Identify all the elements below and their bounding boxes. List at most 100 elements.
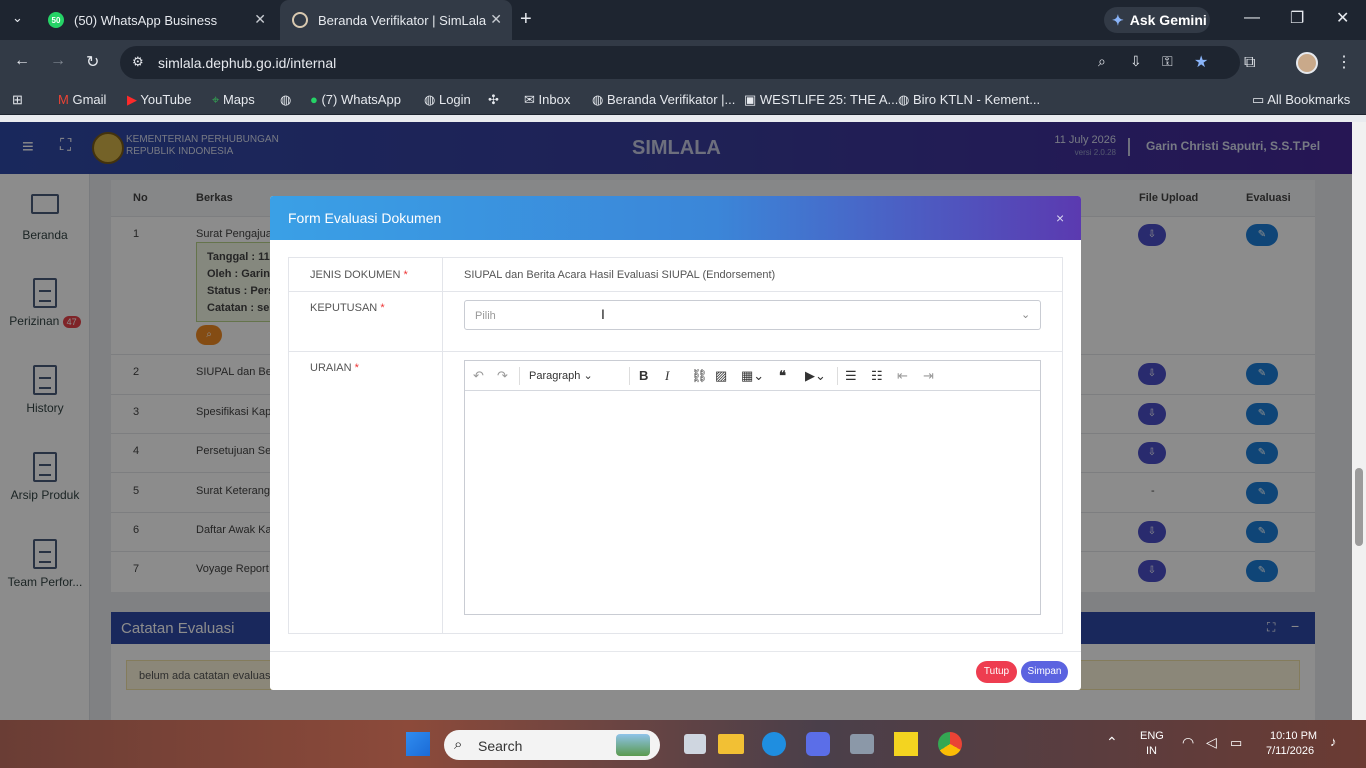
url-bar[interactable]: ⚙ simlala.dephub.go.id/internal ⌕ ⇩ ⚿ ★ — [120, 46, 1240, 79]
page-scrollbar[interactable] — [1352, 122, 1366, 720]
url-text[interactable]: simlala.dephub.go.id/internal — [158, 55, 336, 71]
required-mark: * — [403, 269, 408, 281]
bookmark-login[interactable]: ◍ Login — [424, 92, 471, 108]
battery-icon[interactable]: ▭ — [1230, 735, 1242, 751]
insert-media-icon[interactable]: ▶⌄ — [805, 368, 826, 384]
gmail-icon: M — [58, 92, 73, 107]
bold-icon[interactable]: B — [639, 368, 648, 383]
pinwheel-icon[interactable]: ✣ — [488, 92, 499, 108]
column-divider — [442, 258, 443, 633]
language-line-1[interactable]: ENG — [1140, 730, 1164, 742]
forward-icon[interactable]: → — [50, 52, 66, 70]
sticky-notes-icon[interactable] — [894, 732, 918, 756]
all-bookmarks-label: All Bookmarks — [1267, 92, 1351, 107]
numbered-list-icon[interactable]: ☷ — [871, 368, 883, 384]
back-icon[interactable]: ← — [14, 52, 30, 70]
label-text: KEPUTUSAN — [310, 302, 378, 314]
clock-time[interactable]: 10:10 PM — [1270, 730, 1317, 742]
menu-kebab-icon[interactable]: ⋮ — [1336, 52, 1352, 72]
indent-icon[interactable]: ⇥ — [923, 368, 934, 384]
bulleted-list-icon[interactable]: ☰ — [845, 368, 857, 384]
toolbar-divider — [519, 367, 520, 385]
taskbar-search[interactable]: ⌕ Search — [444, 730, 660, 760]
all-bookmarks[interactable]: ▭ All Bookmarks — [1252, 92, 1350, 108]
uraian-rich-text-editor[interactable]: ↶ ↷ Paragraph ⌄ B I ⛓ ▨ ▦⌄ ❝ ▶⌄ ☰ ☷ ⇤ ⇥ — [464, 360, 1041, 615]
site-info-icon[interactable]: ⚙ — [132, 54, 144, 70]
bookmark-gmail[interactable]: M Gmail — [58, 92, 106, 107]
bookmark-youtube[interactable]: ▶ YouTube — [127, 92, 191, 108]
bookmark-maps[interactable]: ⌖ Maps — [212, 92, 255, 108]
copilot-icon[interactable] — [806, 732, 830, 756]
insert-table-icon[interactable]: ▦⌄ — [741, 368, 764, 384]
outdent-icon[interactable]: ⇤ — [897, 368, 908, 384]
simpan-button[interactable]: Simpan — [1021, 661, 1068, 683]
close-window-icon[interactable]: ✕ — [1336, 8, 1349, 28]
chevron-down-icon: ⌄ — [1021, 309, 1031, 321]
task-view-icon[interactable] — [684, 734, 706, 754]
bookmark-inbox[interactable]: ✉ Inbox — [524, 92, 570, 108]
close-tab-icon[interactable]: ✕ — [490, 11, 502, 28]
tutup-button[interactable]: Tutup — [976, 661, 1017, 683]
ask-gemini-button[interactable]: ✦ Ask Gemini — [1104, 7, 1210, 33]
search-placeholder: Search — [478, 738, 523, 754]
bookmark-biro-ktln[interactable]: ◍ Biro KTLN - Kement... — [898, 92, 1040, 108]
select-placeholder: Pilih — [475, 310, 496, 322]
profile-avatar[interactable] — [1296, 52, 1318, 74]
zoom-icon[interactable]: ⌕ — [1098, 53, 1106, 70]
wifi-icon[interactable]: ◠ — [1182, 734, 1194, 751]
globe-icon[interactable]: ◍ — [280, 92, 291, 108]
toolbar-divider — [629, 367, 630, 385]
keputusan-label: KEPUTUSAN * — [310, 302, 385, 314]
insert-image-icon[interactable]: ▨ — [715, 368, 727, 384]
bookmark-label: YouTube — [140, 92, 192, 107]
bookmark-whatsapp[interactable]: ● (7) WhatsApp — [310, 92, 401, 107]
modal-close-icon[interactable]: × — [1056, 210, 1064, 226]
toolbar-divider — [837, 367, 838, 385]
tab-label: (50) WhatsApp Business — [74, 12, 218, 28]
link-icon[interactable]: ⛓ — [691, 368, 708, 384]
snipping-tool-icon[interactable] — [850, 734, 874, 754]
jenis-dokumen-value: SIUPAL dan Berita Acara Hasil Evaluasi S… — [464, 269, 776, 281]
redo-icon[interactable]: ↷ — [497, 368, 508, 384]
tray-overflow-icon[interactable]: ⌃ — [1106, 734, 1118, 751]
keputusan-select[interactable]: Pilih ⌄ I — [464, 300, 1041, 330]
minimize-icon[interactable]: — — [1244, 9, 1260, 27]
scrollbar-thumb[interactable] — [1355, 468, 1363, 546]
reload-icon[interactable]: ↻ — [86, 52, 99, 72]
blockquote-icon[interactable]: ❝ — [779, 368, 786, 384]
close-tab-icon[interactable]: ✕ — [254, 11, 266, 28]
extensions-icon[interactable]: ⧉ — [1244, 54, 1255, 72]
bookmark-beranda[interactable]: ◍ Beranda Verifikator |... — [592, 92, 735, 108]
apps-grid-icon[interactable]: ⊞ — [12, 92, 23, 108]
modal-footer-divider — [270, 651, 1081, 652]
maximize-icon[interactable]: ❐ — [1290, 8, 1304, 28]
volume-icon[interactable]: ◁ — [1206, 734, 1217, 751]
edge-icon[interactable] — [762, 732, 786, 756]
tab-simlala[interactable]: Beranda Verifikator | SimLala ✕ — [280, 0, 512, 40]
bookmark-label: Gmail — [72, 92, 107, 107]
bookmark-label: Maps — [222, 92, 255, 107]
tab-search-icon[interactable]: ⌄ — [12, 10, 23, 26]
undo-icon[interactable]: ↶ — [473, 368, 484, 384]
password-key-icon[interactable]: ⚿ — [1162, 53, 1173, 70]
windows-taskbar: ⌃ ENG IN ◠ ◁ ▭ 10:10 PM 7/11/2026 ♪ — [0, 720, 1366, 768]
install-icon[interactable]: ⇩ — [1130, 53, 1142, 70]
form-evaluasi-modal: Form Evaluasi Dokumen × JENIS DOKUMEN * … — [270, 196, 1081, 690]
windows-start-icon[interactable] — [406, 732, 430, 756]
editor-content-area[interactable] — [465, 392, 1040, 614]
label-text: JENIS DOKUMEN — [310, 269, 401, 281]
italic-icon[interactable]: I — [665, 368, 669, 384]
chevron-down-icon: ⌄ — [583, 370, 593, 382]
notification-bell-icon[interactable]: ♪ — [1330, 734, 1337, 749]
new-tab-icon[interactable]: + — [520, 8, 532, 31]
clock-date[interactable]: 7/11/2026 — [1266, 745, 1314, 757]
file-explorer-icon[interactable] — [718, 734, 744, 754]
tab-whatsapp[interactable]: 50 (50) WhatsApp Business ✕ — [36, 0, 276, 40]
bookmark-star-icon[interactable]: ★ — [1194, 52, 1208, 72]
language-line-2[interactable]: IN — [1146, 745, 1157, 757]
heading-dropdown[interactable]: Paragraph ⌄ — [529, 369, 593, 382]
bookmark-westlife[interactable]: ▣ WESTLIFE 25: THE A... — [744, 92, 898, 108]
chrome-icon[interactable] — [938, 732, 962, 756]
gemini-icon: ✦ — [1112, 11, 1124, 28]
browser-tab-bar: ⌄ 50 (50) WhatsApp Business ✕ Beranda Ve… — [0, 0, 1366, 40]
